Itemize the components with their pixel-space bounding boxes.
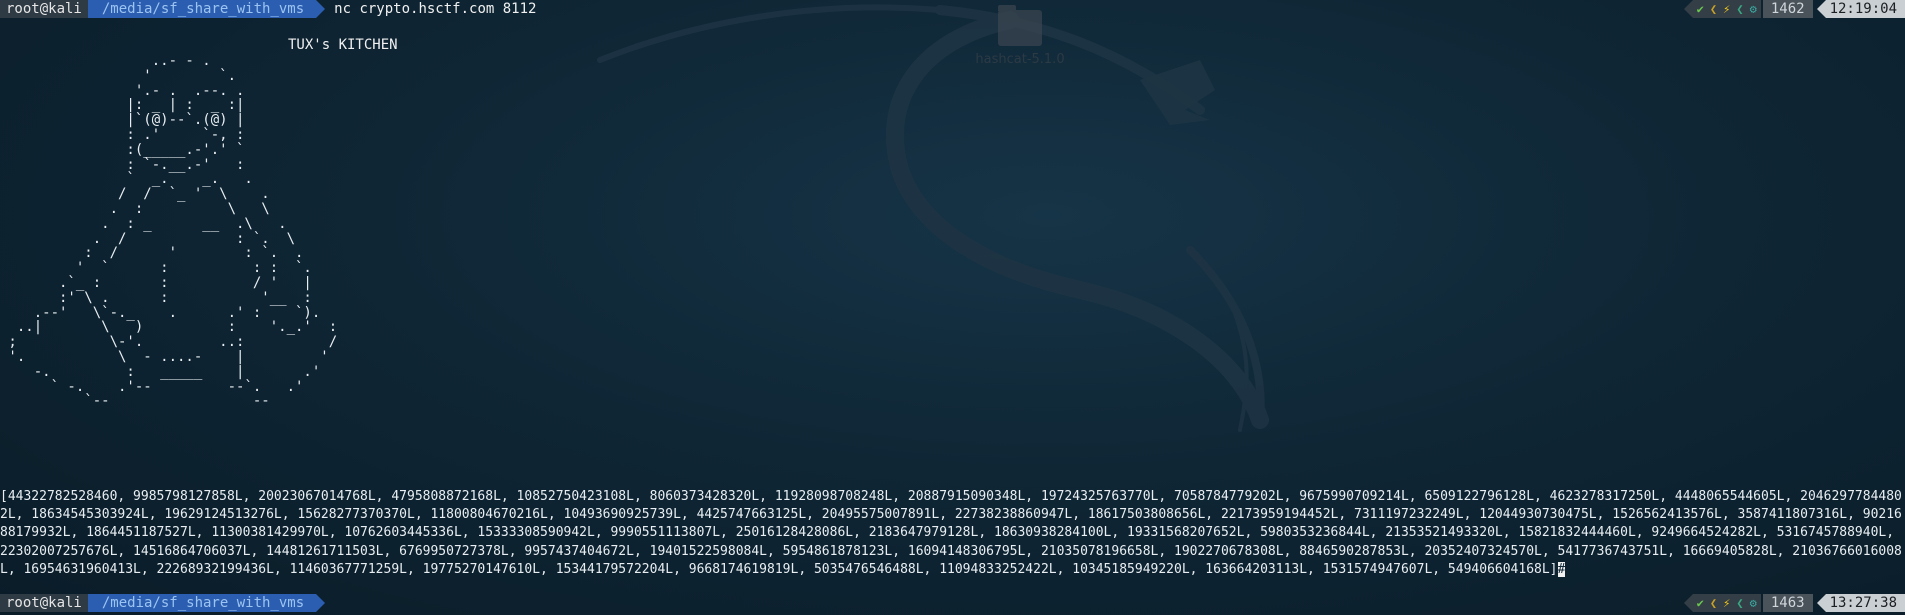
desktop-folder-shortcut[interactable]: hashcat-5.1.0	[970, 5, 1070, 67]
gear-icon: ⚙	[1749, 2, 1757, 16]
history-number: 1462	[1762, 0, 1813, 18]
left-chevron-icon: ❮	[1709, 596, 1718, 610]
terminal-output: [44322782528460, 9985798127858L, 2002306…	[0, 488, 1905, 579]
check-icon: ✔	[1696, 596, 1704, 610]
status-icons: ✔ ❮ ⚡ ❮ ⚙	[1692, 0, 1761, 18]
right-status-bar: ✔ ❮ ⚡ ❮ ⚙ 1463 13:27:38	[1683, 594, 1905, 612]
prompt-command: nc crypto.hsctf.com 8112	[334, 1, 537, 17]
tux-ascii-art: ..- - . ' `. '.- . .--. . |: _ | : _ :| …	[8, 53, 338, 410]
status-icons: ✔ ❮ ⚡ ❮ ⚙	[1692, 594, 1761, 612]
prompt-line-bottom: root@kali /media/sf_share_with_vms ✔ ❮ ⚡…	[0, 594, 1905, 612]
desktop-folder-label: hashcat-5.1.0	[975, 52, 1065, 67]
output-text: [44322782528460, 9985798127858L, 2002306…	[0, 489, 1902, 577]
history-number: 1463	[1762, 594, 1813, 612]
prompt-path: /media/sf_share_with_vms	[87, 0, 326, 18]
clock-time: 12:19:04	[1825, 0, 1905, 18]
prompt-line-top: root@kali /media/sf_share_with_vms nc cr…	[0, 0, 1905, 18]
gear-icon: ⚙	[1749, 596, 1757, 610]
bolt-icon: ⚡	[1723, 596, 1731, 610]
time-arrow	[1816, 0, 1826, 18]
right-status-bar: ✔ ❮ ⚡ ❮ ⚙ 1462 12:19:04	[1683, 0, 1905, 18]
prompt-user: root@kali	[0, 594, 88, 612]
kitchen-title: TUX's KITCHEN	[288, 37, 398, 53]
status-arrow	[1683, 594, 1693, 612]
prompt-path: /media/sf_share_with_vms	[87, 594, 326, 612]
left-chevron-icon: ❮	[1709, 2, 1718, 16]
time-arrow	[1816, 594, 1826, 612]
terminal-cursor: #	[1557, 561, 1566, 577]
bolt-icon: ⚡	[1723, 2, 1731, 16]
status-arrow	[1683, 0, 1693, 18]
left-chevron-icon: ❮	[1736, 2, 1744, 16]
clock-time: 13:27:38	[1825, 594, 1905, 612]
check-icon: ✔	[1696, 2, 1704, 16]
left-chevron-icon: ❮	[1736, 596, 1744, 610]
prompt-user: root@kali	[0, 0, 88, 18]
